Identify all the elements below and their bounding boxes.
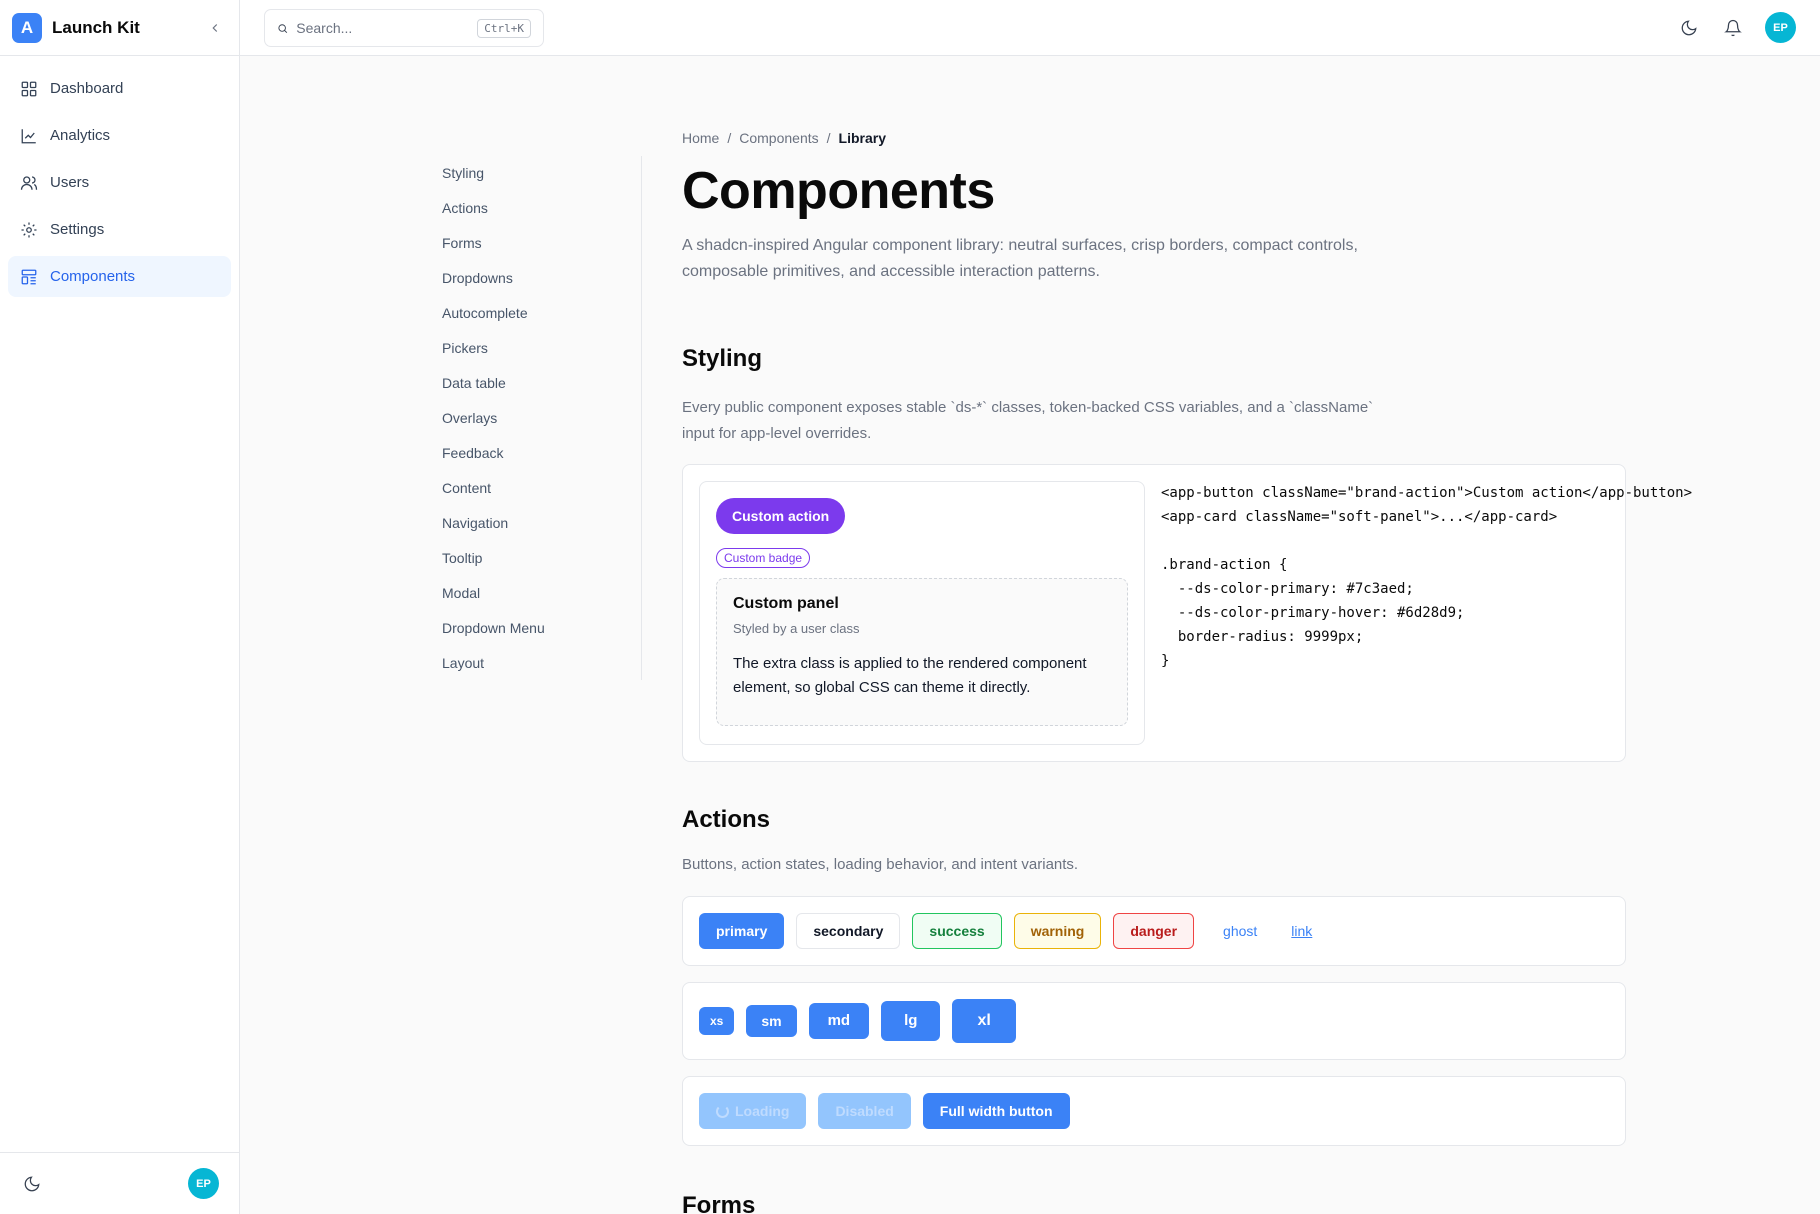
styling-demo-panel: Custom action Custom badge Custom panel …: [682, 464, 1692, 763]
page-title: Components: [682, 162, 995, 220]
brand-header: A Launch Kit: [0, 0, 239, 56]
sidebar-item-dashboard[interactable]: Dashboard: [8, 68, 231, 109]
breadcrumb-current: Library: [838, 130, 886, 146]
moon-icon: [1681, 19, 1697, 35]
loading-button-label: Loading: [735, 1102, 790, 1119]
section-link-data-table[interactable]: Data table: [432, 366, 641, 401]
primary-button[interactable]: primary: [699, 912, 785, 949]
components-icon: [21, 269, 37, 284]
section-link-tooltip[interactable]: Tooltip: [432, 541, 641, 576]
size-md-button[interactable]: md: [808, 1002, 870, 1039]
search-icon: [278, 23, 288, 33]
grid-icon: [21, 81, 37, 96]
section-link-autocomplete[interactable]: Autocomplete: [432, 296, 641, 331]
breadcrumb-home[interactable]: Home: [682, 130, 719, 146]
success-button[interactable]: success: [912, 912, 1002, 949]
custom-panel-subtitle: Styled by a user class: [733, 621, 860, 637]
gear-icon: [21, 222, 37, 237]
theme-toggle-button[interactable]: [1677, 16, 1701, 40]
user-avatar[interactable]: EP: [188, 1168, 219, 1199]
bell-icon: [1724, 19, 1742, 36]
section-link-dropdowns[interactable]: Dropdowns: [432, 261, 641, 296]
theme-toggle-button[interactable]: [20, 1172, 44, 1196]
sidebar-item-label: Analytics: [50, 127, 111, 144]
topbar: Ctrl+K EP: [240, 0, 1820, 56]
link-button[interactable]: link: [1286, 913, 1317, 949]
notifications-button[interactable]: [1721, 16, 1745, 40]
section-link-navigation[interactable]: Navigation: [432, 506, 641, 541]
sidebar-nav: Dashboard Analytics Users Settings Compo…: [0, 56, 239, 315]
styling-preview-card: Custom action Custom badge Custom panel …: [699, 481, 1145, 746]
size-xl-button[interactable]: xl: [952, 998, 1016, 1043]
disabled-button: Disabled: [818, 1092, 911, 1129]
styling-section-title: Styling: [682, 345, 763, 373]
breadcrumb-separator: /: [826, 130, 831, 146]
sidebar: A Launch Kit Dashboard Analytics Users S…: [0, 0, 240, 1214]
section-link-styling[interactable]: Styling: [432, 156, 641, 191]
spinner-icon: [716, 1104, 729, 1118]
section-link-overlays[interactable]: Overlays: [432, 401, 641, 436]
main-content: Home / Components / Library Components A…: [682, 130, 1692, 1214]
custom-panel-title: Custom panel: [733, 595, 839, 613]
sidebar-item-label: Settings: [50, 221, 105, 238]
page-description: A shadcn-inspired Angular component libr…: [682, 236, 1358, 280]
sidebar-item-label: Dashboard: [50, 80, 124, 97]
warning-button[interactable]: warning: [1013, 912, 1102, 949]
breadcrumb-components[interactable]: Components: [739, 130, 818, 146]
custom-panel-body: The extra class is applied to the render…: [733, 655, 1087, 697]
size-sm-button[interactable]: sm: [746, 1004, 797, 1037]
button-sizes-row: xs sm md lg xl: [682, 981, 1626, 1060]
secondary-button[interactable]: secondary: [796, 912, 901, 949]
danger-button[interactable]: danger: [1113, 912, 1195, 949]
ghost-button[interactable]: ghost: [1206, 913, 1274, 949]
search-input[interactable]: [296, 20, 478, 36]
button-states-row: Loading Disabled Full width button: [682, 1075, 1626, 1146]
section-link-actions[interactable]: Actions: [432, 191, 641, 226]
styling-code-sample: <app-button className="brand-action">Cus…: [1161, 485, 1693, 670]
custom-action-button[interactable]: Custom action: [716, 498, 846, 535]
section-link-pickers[interactable]: Pickers: [432, 331, 641, 366]
custom-badge: Custom badge: [716, 548, 811, 569]
forms-section-title: Forms: [682, 1191, 756, 1214]
size-xs-button[interactable]: xs: [699, 1006, 735, 1035]
chevron-left-icon: [212, 23, 218, 32]
sidebar-item-label: Components: [50, 268, 136, 285]
moon-icon: [24, 1175, 40, 1191]
custom-panel: Custom panel Styled by a user class The …: [716, 578, 1128, 727]
collapse-sidebar-button[interactable]: [203, 16, 227, 40]
full-width-button[interactable]: Full width button: [922, 1092, 1070, 1129]
loading-button: Loading: [699, 1092, 807, 1129]
users-icon: [20, 175, 38, 190]
actions-section-title: Actions: [682, 806, 771, 834]
section-link-dropdown-menu[interactable]: Dropdown Menu: [432, 611, 641, 646]
sidebar-item-label: Users: [50, 174, 90, 191]
breadcrumb: Home / Components / Library: [682, 130, 1626, 146]
chart-line-icon: [21, 128, 36, 143]
sidebar-item-settings[interactable]: Settings: [8, 209, 231, 250]
section-link-modal[interactable]: Modal: [432, 576, 641, 611]
search-box[interactable]: Ctrl+K: [264, 9, 544, 47]
section-link-content[interactable]: Content: [432, 471, 641, 506]
user-avatar[interactable]: EP: [1765, 12, 1796, 43]
topbar-actions: EP: [1677, 12, 1796, 43]
size-lg-button[interactable]: lg: [881, 1000, 941, 1041]
sidebar-footer: EP: [0, 1152, 239, 1214]
section-link-layout[interactable]: Layout: [432, 646, 641, 681]
sidebar-item-components[interactable]: Components: [8, 256, 231, 297]
button-variants-row: primary secondary success warning danger…: [682, 895, 1626, 966]
actions-section-description: Buttons, action states, loading behavior…: [682, 856, 1079, 874]
section-link-feedback[interactable]: Feedback: [432, 436, 641, 471]
sidebar-item-users[interactable]: Users: [8, 162, 231, 203]
search-shortcut-hint: Ctrl+K: [477, 18, 531, 38]
sidebar-item-analytics[interactable]: Analytics: [8, 115, 231, 156]
styling-section-description: Every public component exposes stable `d…: [682, 399, 1374, 442]
breadcrumb-separator: /: [727, 130, 732, 146]
brand-name: Launch Kit: [52, 17, 140, 37]
brand-logo: A: [12, 12, 42, 43]
section-nav: Styling Actions Forms Dropdowns Autocomp…: [432, 156, 642, 680]
section-link-forms[interactable]: Forms: [432, 226, 641, 261]
